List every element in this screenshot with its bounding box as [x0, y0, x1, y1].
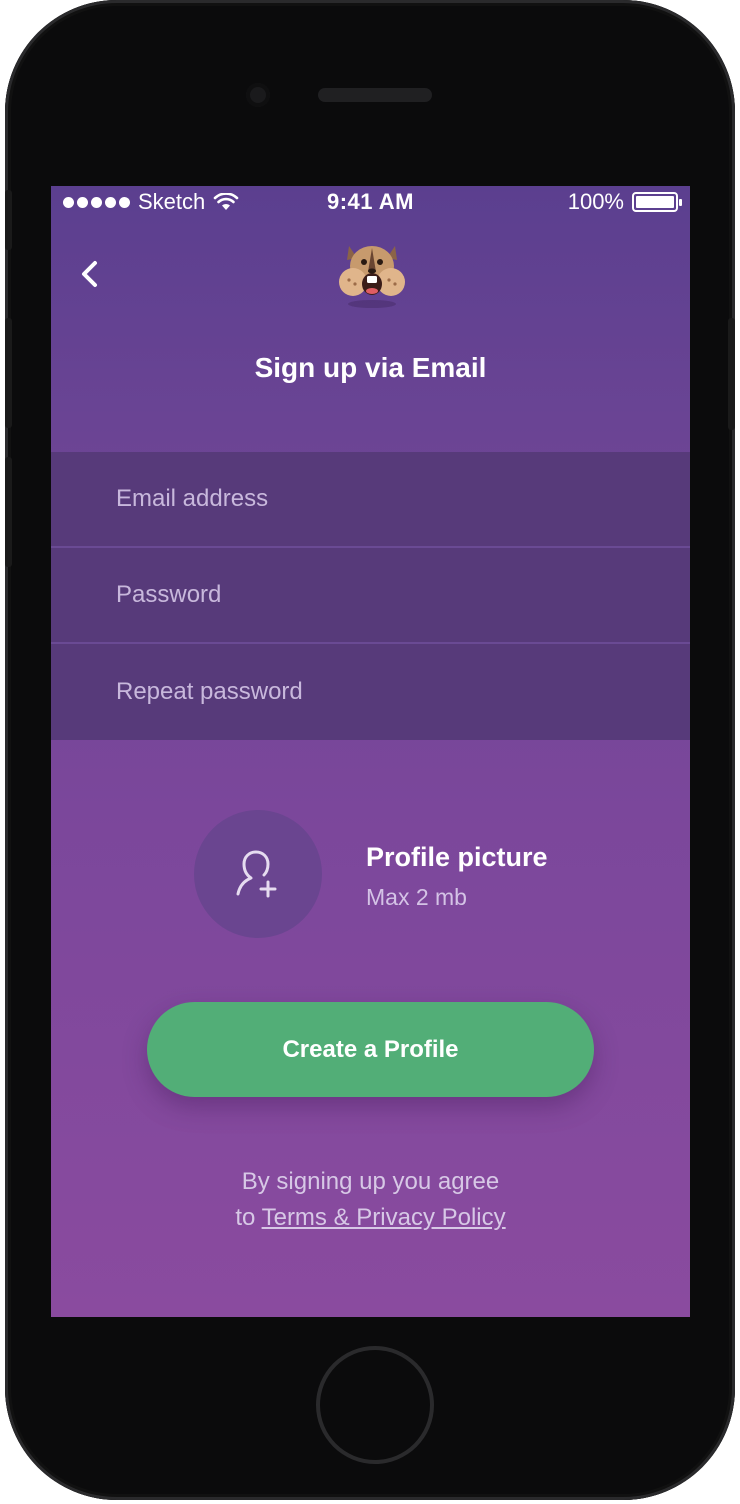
- create-profile-button[interactable]: Create a Profile: [147, 1002, 594, 1097]
- power-button: [728, 318, 735, 430]
- password-field[interactable]: [114, 580, 638, 610]
- legal-notice: By signing up you agree to Terms & Priva…: [51, 1164, 690, 1236]
- chipmunk-mascot-icon: [339, 246, 405, 308]
- app-screen: Sketch 9:41 AM 100% Sign up via Email Em…: [51, 186, 690, 1317]
- profile-picture-section: Profile picture Max 2 mb: [51, 810, 690, 938]
- battery-percentage: 100%: [567, 189, 624, 214]
- profile-picture-button[interactable]: [194, 810, 322, 938]
- profile-picture-label: Profile picture: [366, 842, 548, 872]
- page-title: Sign up via Email: [254, 352, 487, 383]
- battery-fill: [636, 196, 674, 208]
- status-bar: Sketch 9:41 AM 100%: [51, 186, 690, 218]
- password-field-row: [51, 548, 690, 644]
- profile-picture-size-hint: Max 2 mb: [366, 884, 467, 910]
- front-camera: [246, 83, 270, 107]
- legal-line-1: By signing up you agree: [241, 1168, 500, 1195]
- repeat-password-field-row: [51, 644, 690, 740]
- mute-switch: [5, 190, 12, 250]
- volume-down-button: [5, 457, 12, 567]
- battery-icon: [632, 192, 682, 212]
- legal-prefix: to: [235, 1204, 256, 1231]
- chevron-left-icon[interactable]: [75, 258, 105, 290]
- email-field-row: [51, 452, 690, 548]
- volume-up-button: [5, 318, 12, 428]
- status-right: 100%: [567, 189, 682, 215]
- add-user-icon: [236, 850, 277, 898]
- repeat-password-field[interactable]: [114, 677, 638, 707]
- terms-privacy-link[interactable]: Terms & Privacy Policy: [262, 1204, 506, 1231]
- legal-line-2: to Terms & Privacy Policy: [51, 1200, 690, 1236]
- home-button[interactable]: [316, 1346, 434, 1464]
- email-field[interactable]: [114, 484, 638, 514]
- earpiece-speaker: [318, 88, 432, 102]
- signup-form: [51, 452, 690, 740]
